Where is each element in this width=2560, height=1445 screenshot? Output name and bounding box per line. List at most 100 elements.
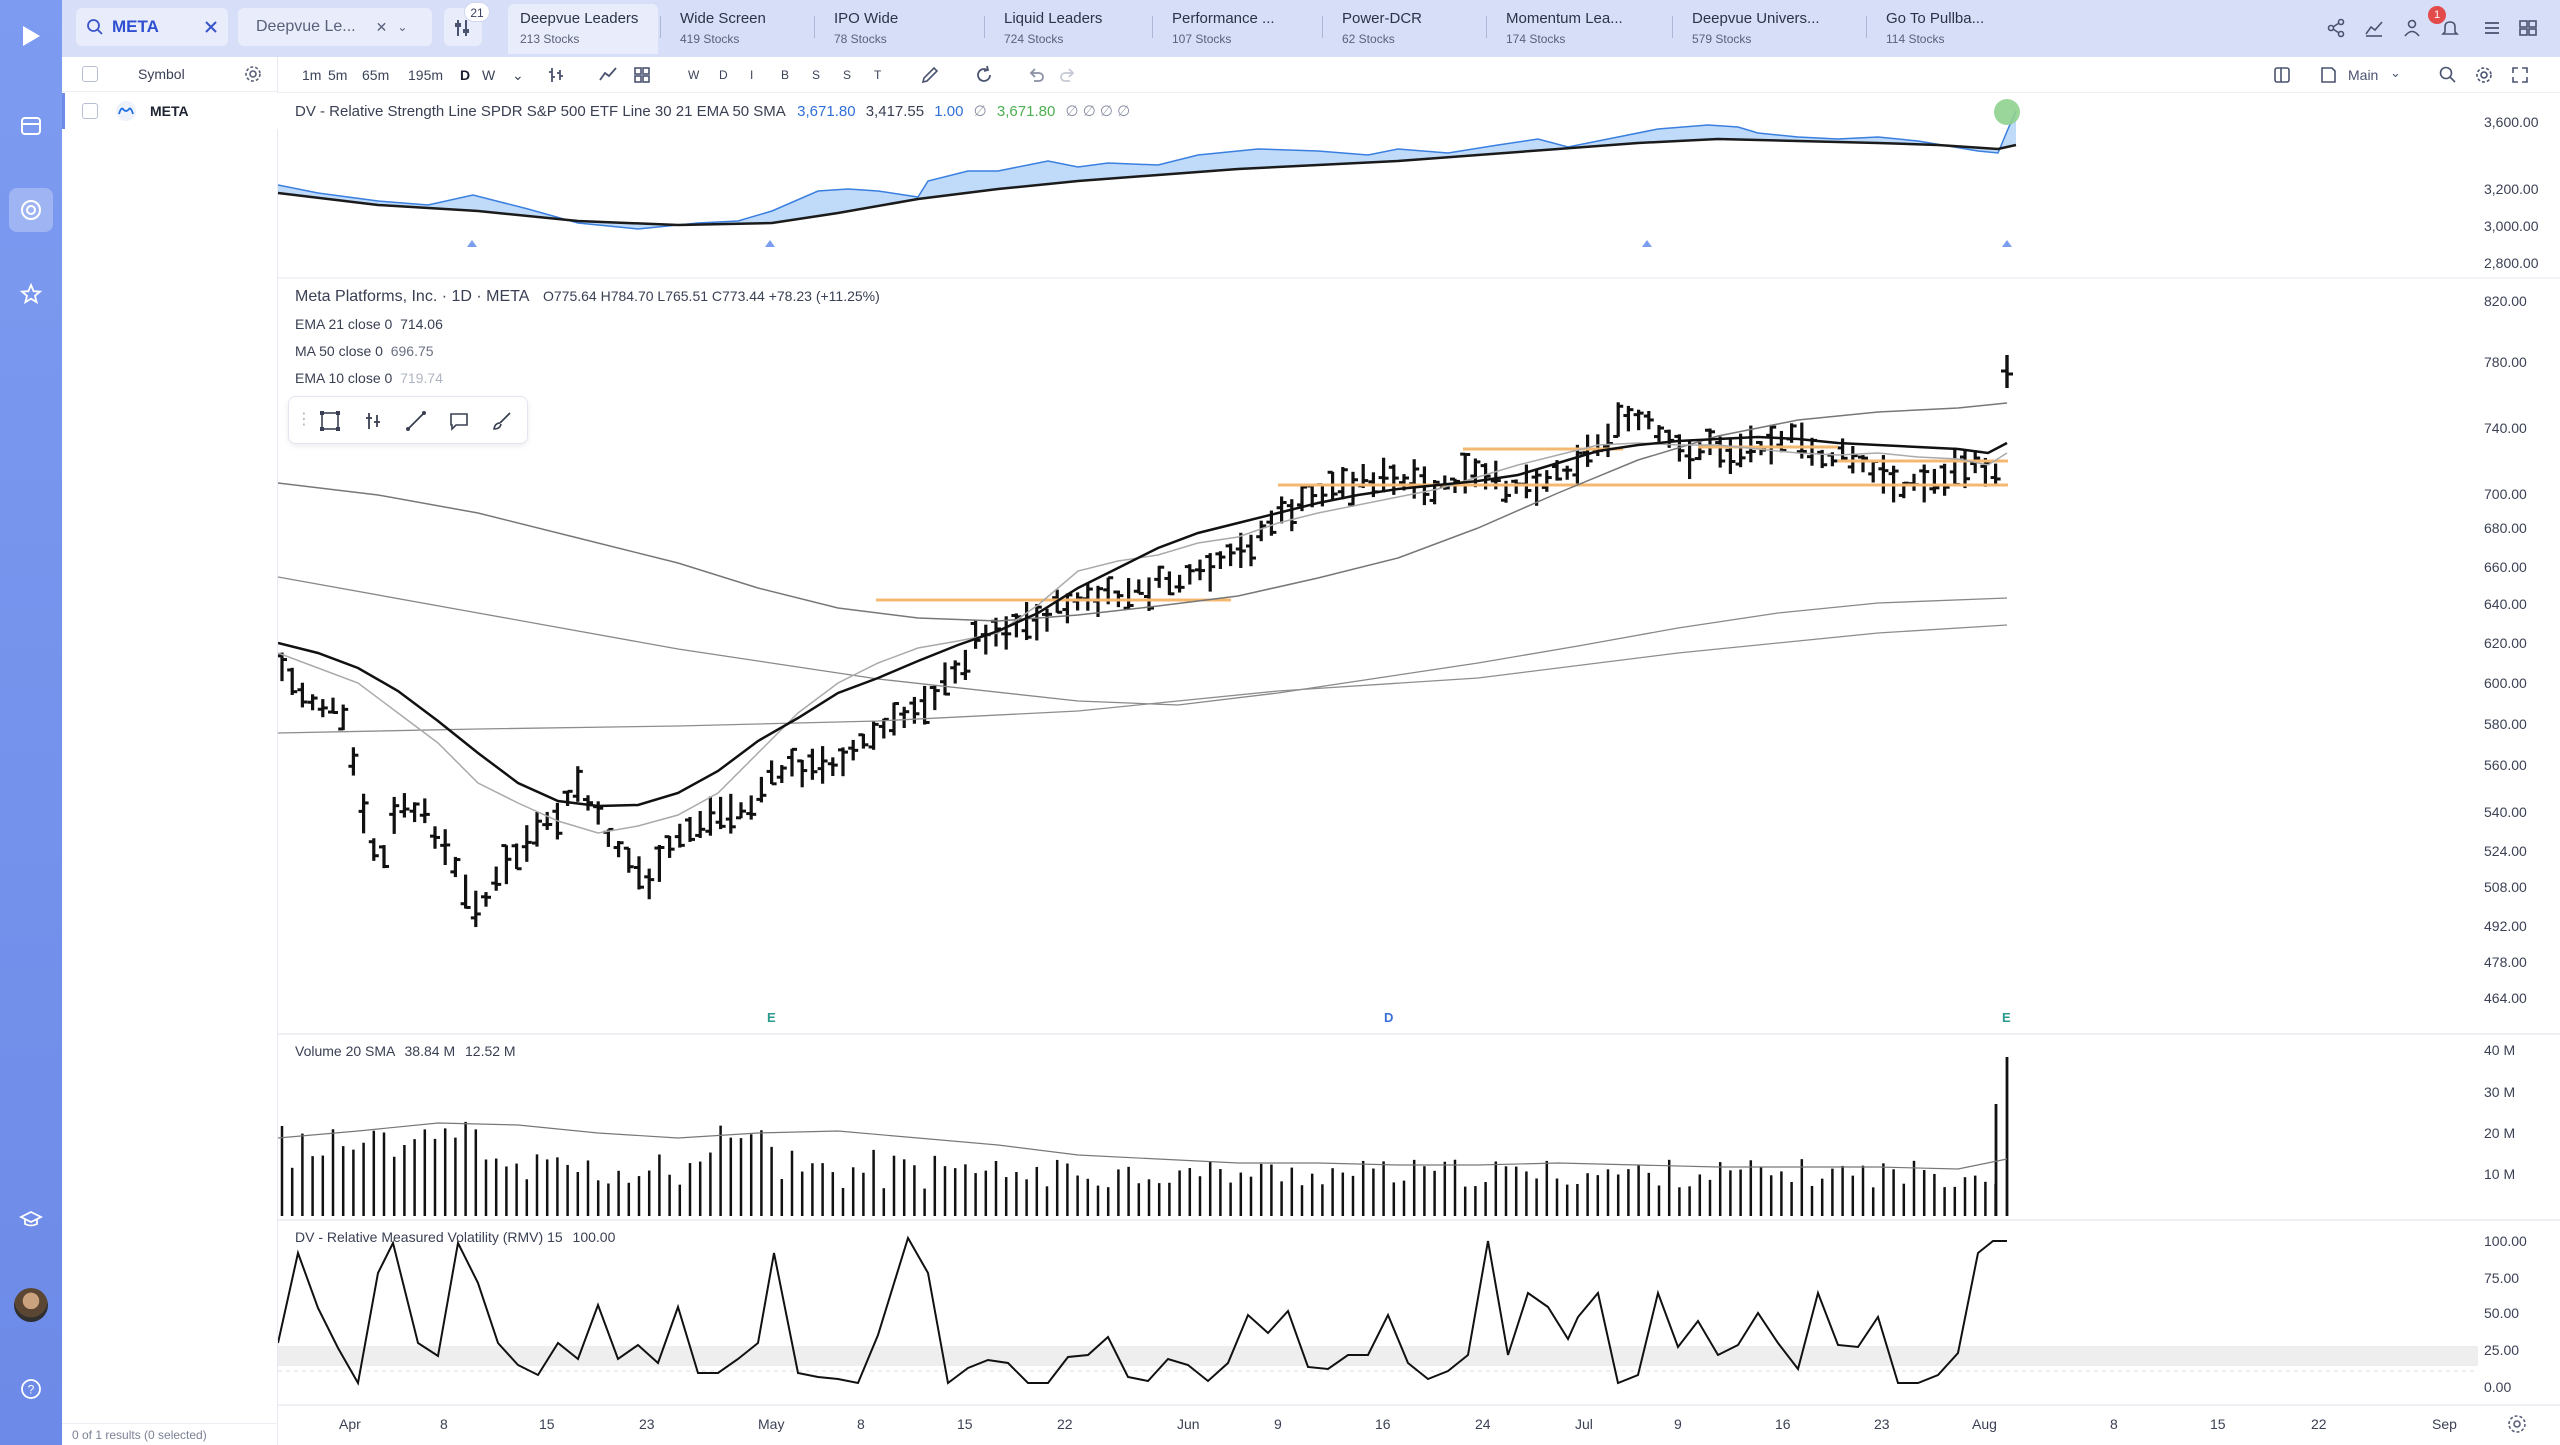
bar-type-icon[interactable] xyxy=(546,65,566,85)
settings-gear-icon[interactable] xyxy=(2474,65,2494,85)
chevron-down-icon[interactable]: ⌄ xyxy=(397,20,407,34)
watchlist-select-value: Deepvue Le... xyxy=(256,18,356,35)
x-tick: 23 xyxy=(1874,1416,1890,1432)
person-icon[interactable] xyxy=(2398,14,2426,42)
timeframe-65m[interactable]: 65m xyxy=(362,67,389,83)
x-tick: 24 xyxy=(1475,1416,1491,1432)
filter-count-badge: 21 xyxy=(464,2,490,22)
tab-momentum-lea[interactable]: Momentum Lea... 174 Stocks xyxy=(1494,4,1674,54)
line-chart-icon[interactable] xyxy=(2360,14,2388,42)
watchlist-panel: Symbol META 0 of 1 results (0 selected) xyxy=(62,57,278,1445)
price-y-tick: 780.00 xyxy=(2484,354,2527,370)
rs-value-2: 3,417.55 xyxy=(865,103,925,120)
tab-title: IPO Wide xyxy=(834,10,899,27)
grid-view-icon[interactable] xyxy=(2514,14,2542,42)
symbol-column-header[interactable]: Symbol xyxy=(138,66,185,82)
x-tick: 16 xyxy=(1775,1416,1791,1432)
top-tab-bar: META Deepvue Le... ✕ ⌄ 21 Deepvue Leader… xyxy=(62,0,2560,57)
tab-title: Deepvue Univers... xyxy=(1692,10,1820,27)
select-rectangle-icon[interactable] xyxy=(319,410,341,432)
share-icon[interactable] xyxy=(2322,14,2350,42)
volume-legend: Volume 20 SMA 38.84 M 12.52 M xyxy=(295,1043,516,1059)
timeframe-d[interactable]: D xyxy=(460,67,470,83)
help-icon[interactable]: ? xyxy=(9,1367,53,1411)
ema21-label: EMA 21 close 0 xyxy=(295,316,393,332)
zoom-icon[interactable] xyxy=(2438,65,2458,85)
tab-deepvue-univers[interactable]: Deepvue Univers... 579 Stocks xyxy=(1680,4,1870,54)
layout-chevron-icon[interactable]: ⌄ xyxy=(2390,65,2401,81)
tab-power-dcr[interactable]: Power-DCR 62 Stocks xyxy=(1330,4,1480,54)
period-b-3[interactable]: B xyxy=(781,68,789,82)
drag-handle-icon[interactable]: ⋮ xyxy=(296,409,312,429)
tab-title: Deepvue Leaders xyxy=(520,10,639,27)
price-y-tick: 620.00 xyxy=(2484,635,2527,651)
tab-ipo-wide[interactable]: IPO Wide 78 Stocks xyxy=(822,4,982,54)
period-w-0[interactable]: W xyxy=(688,68,699,82)
symbol-search-input[interactable]: META xyxy=(76,8,228,46)
education-icon[interactable] xyxy=(9,1198,53,1242)
tab-separator xyxy=(1486,16,1487,38)
tab-deepvue-leaders[interactable]: Deepvue Leaders 213 Stocks xyxy=(508,4,658,54)
logo-play-icon[interactable] xyxy=(9,14,53,58)
star-icon[interactable] xyxy=(9,272,53,316)
clear-search-icon[interactable] xyxy=(204,20,218,34)
timeframe-5m[interactable]: 5m xyxy=(328,67,347,83)
templates-icon[interactable] xyxy=(632,65,652,85)
tab-liquid-leaders[interactable]: Liquid Leaders 724 Stocks xyxy=(992,4,1152,54)
column-settings-icon[interactable] xyxy=(244,65,262,83)
tab-title: Performance ... xyxy=(1172,10,1275,27)
refresh-icon[interactable] xyxy=(974,65,994,85)
price-y-tick: 478.00 xyxy=(2484,954,2527,970)
tab-count: 213 Stocks xyxy=(520,32,580,46)
timeframe-w[interactable]: W xyxy=(482,67,495,83)
layout-name[interactable]: Main xyxy=(2348,67,2378,83)
x-tick: Apr xyxy=(339,1416,361,1432)
chart-scan-icon[interactable] xyxy=(9,188,53,232)
trendline-icon[interactable] xyxy=(405,410,427,432)
list-view-icon[interactable] xyxy=(2478,14,2506,42)
axis-settings-icon[interactable] xyxy=(2506,1413,2528,1435)
redo-icon[interactable] xyxy=(1058,65,1078,85)
fullscreen-icon[interactable] xyxy=(2510,65,2530,85)
timeframe-dropdown-icon[interactable]: ⌄ xyxy=(512,67,524,84)
undo-icon[interactable] xyxy=(1026,65,1046,85)
layout-icon[interactable] xyxy=(2272,65,2292,85)
save-layout-icon[interactable] xyxy=(2318,65,2338,85)
chart-toolbar: 1m 5m 65m 195m D W ⌄ WDIBSST Main ⌄ xyxy=(278,57,2560,93)
dashboard-icon[interactable] xyxy=(9,104,53,148)
timeframe-195m[interactable]: 195m xyxy=(408,67,443,83)
row-checkbox[interactable] xyxy=(82,103,98,119)
bar-tool-icon[interactable] xyxy=(362,410,384,432)
timeframe-1m[interactable]: 1m xyxy=(302,67,321,83)
rmv-legend: DV - Relative Measured Volatility (RMV) … xyxy=(295,1229,615,1245)
x-tick: 22 xyxy=(1057,1416,1073,1432)
ema10-legend: EMA 10 close 0 719.74 xyxy=(295,370,443,386)
tab-go-to-pullba[interactable]: Go To Pullba... 114 Stocks xyxy=(1874,4,2034,54)
tab-count: 114 Stocks xyxy=(1886,32,1945,46)
period-t-6[interactable]: T xyxy=(874,68,881,82)
event-marker-d[interactable]: D xyxy=(1384,1010,1393,1025)
indicators-icon[interactable] xyxy=(598,65,618,85)
period-i-2[interactable]: I xyxy=(750,68,753,82)
watchlist-row[interactable]: META xyxy=(62,93,278,129)
period-d-1[interactable]: D xyxy=(719,68,728,82)
chart-area[interactable]: DV - Relative Strength Line SPDR S&P 500… xyxy=(278,93,2560,1445)
rmv-low-band xyxy=(278,1346,2478,1366)
select-all-checkbox[interactable] xyxy=(82,66,98,82)
tab-wide-screen[interactable]: Wide Screen 419 Stocks xyxy=(668,4,818,54)
event-marker-e[interactable]: E xyxy=(2002,1010,2011,1025)
tab-title: Momentum Lea... xyxy=(1506,10,1623,27)
clear-list-icon[interactable]: ✕ xyxy=(376,19,388,36)
user-avatar[interactable] xyxy=(9,1283,53,1327)
event-marker-e[interactable]: E xyxy=(767,1010,776,1025)
period-s-4[interactable]: S xyxy=(812,68,820,82)
period-s-5[interactable]: S xyxy=(843,68,851,82)
tab-performance[interactable]: Performance ... 107 Stocks xyxy=(1160,4,1320,54)
brush-icon[interactable] xyxy=(491,410,513,432)
pencil-icon[interactable] xyxy=(920,65,940,85)
volume-value-1: 38.84 M xyxy=(404,1043,456,1059)
rs-y-tick: 2,800.00 xyxy=(2484,255,2539,271)
comment-icon[interactable] xyxy=(448,410,470,432)
volume-legend-name: Volume 20 SMA xyxy=(295,1043,395,1059)
watchlist-select[interactable]: Deepvue Le... ✕ ⌄ xyxy=(238,8,432,46)
